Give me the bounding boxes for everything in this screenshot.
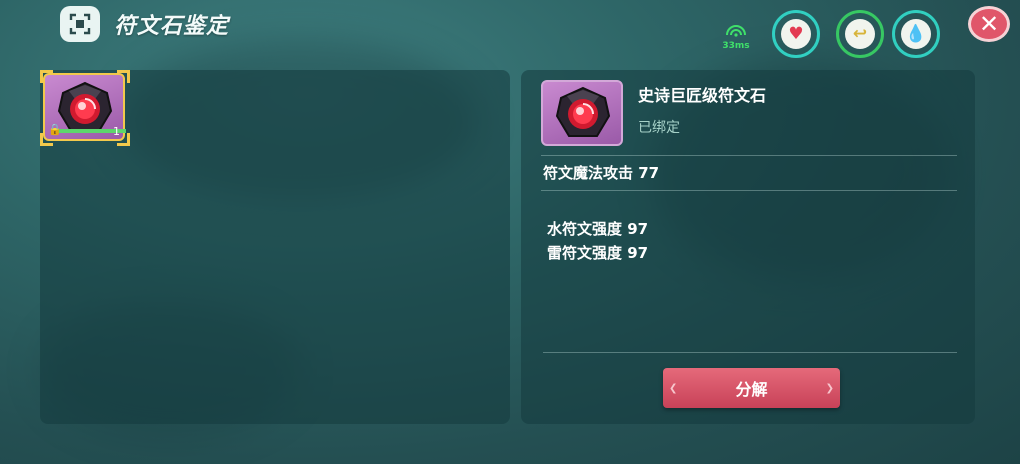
ping-text: 33ms bbox=[722, 41, 750, 51]
item-name: 史诗巨匠级符文石 bbox=[638, 86, 767, 105]
close-button[interactable]: ✕ bbox=[968, 6, 1010, 42]
page-title: 符文石鉴定 bbox=[114, 14, 230, 39]
header-bar: 符文石鉴定 33ms ♥ ↩ 💧 ✕ bbox=[0, 0, 1020, 58]
selection-corner bbox=[40, 133, 53, 146]
identify-frame-icon bbox=[60, 6, 100, 42]
hook-icon: ↩ bbox=[845, 19, 875, 49]
divider bbox=[541, 190, 957, 191]
inventory-slot-selected[interactable]: 🔒 1 bbox=[40, 70, 130, 146]
health-status-button[interactable]: ♥ bbox=[772, 10, 820, 58]
decompose-button[interactable]: ❮ 分解 ❯ bbox=[663, 368, 840, 408]
selection-corner bbox=[117, 133, 130, 146]
heart-icon: ♥ bbox=[781, 19, 811, 49]
water-drop-icon: 💧 bbox=[901, 19, 931, 49]
water-status-button[interactable]: 💧 bbox=[892, 10, 940, 58]
signal-icon bbox=[726, 25, 746, 37]
divider bbox=[543, 352, 957, 353]
close-icon: ✕ bbox=[978, 10, 1000, 38]
red-rune-stone-icon bbox=[553, 84, 613, 142]
network-indicator: 33ms bbox=[716, 22, 756, 51]
chevron-left-icon: ❮ bbox=[669, 383, 678, 394]
item-detail-icon bbox=[541, 80, 623, 146]
selection-corner bbox=[117, 70, 130, 83]
pull-status-button[interactable]: ↩ bbox=[836, 10, 884, 58]
chevron-right-icon: ❯ bbox=[825, 383, 834, 394]
decompose-button-label: 分解 bbox=[735, 380, 768, 399]
main-stat: 符文魔法攻击 77 bbox=[543, 164, 660, 182]
sub-stat: 水符文强度 97 bbox=[547, 220, 649, 238]
sub-stat: 雷符文强度 97 bbox=[547, 244, 649, 262]
selection-corner bbox=[40, 70, 53, 83]
bind-status: 已绑定 bbox=[638, 120, 680, 136]
divider bbox=[541, 155, 957, 156]
